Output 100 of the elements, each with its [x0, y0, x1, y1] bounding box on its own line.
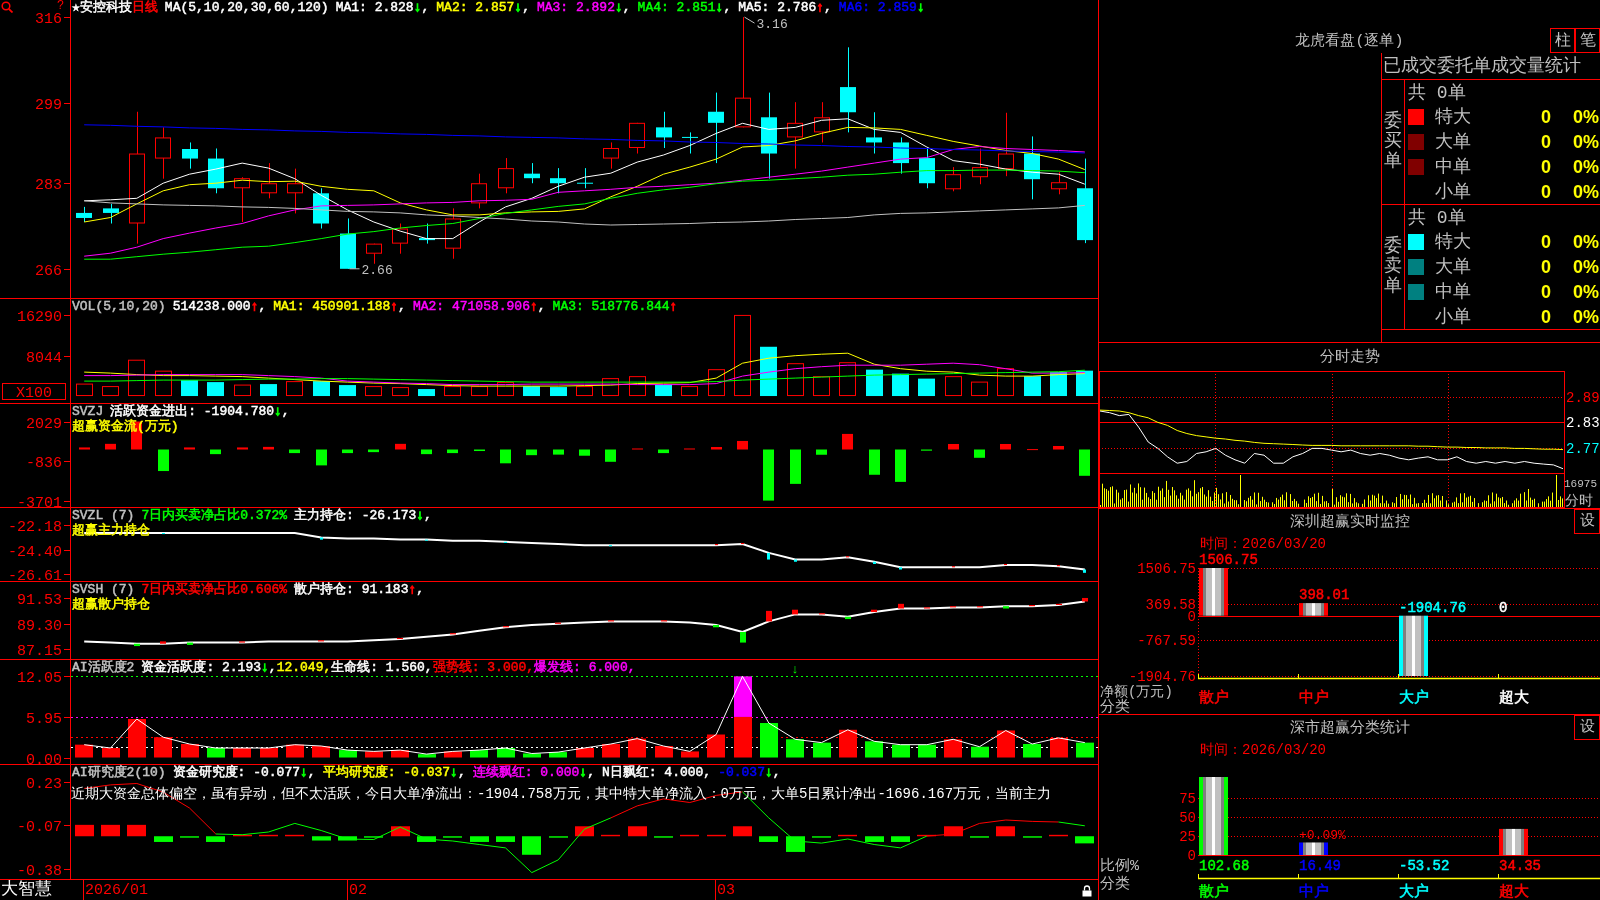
indicator-text: 超赢散户持仓 — [72, 598, 150, 612]
order-percent: 0% — [1573, 181, 1599, 202]
separator: , — [457, 766, 466, 780]
order-count: 0 — [1540, 156, 1552, 177]
indicator-text: 资金研究度: -0.077 — [172, 766, 301, 780]
order-count: 0 — [1540, 181, 1552, 202]
axis-label: -26.61 — [8, 567, 62, 581]
indicator-text: 连续飘红: 0.000 — [472, 766, 580, 780]
category-label: 中户 — [1299, 884, 1329, 899]
order-size-label: 大单 — [1435, 132, 1472, 153]
indicator-name: VOL(5,10,20) — [72, 300, 166, 314]
order-percent: 0% — [1573, 306, 1599, 327]
panel-title: 分时走势 — [1319, 348, 1380, 366]
separator: , — [587, 766, 595, 780]
order-count: 0 — [1540, 232, 1552, 253]
group-label: 委买单 — [1384, 112, 1402, 172]
indicator-text: 平均研究度: -0.037 — [322, 766, 451, 780]
order-size-label: 小单 — [1435, 181, 1472, 202]
panel-title: 深市超赢分类统计 — [1289, 719, 1410, 737]
mode-label: 分时 — [1565, 493, 1593, 508]
indicator-text: 活跃资金进出: -1904.780 — [110, 405, 275, 419]
trend-arrow: ↓ — [413, 1, 422, 15]
order-count: 0 — [1540, 257, 1552, 278]
indicator-text: MA1: 450901.188 — [273, 300, 391, 314]
indicator-text: 7日内买卖净占比0.606% — [141, 583, 288, 597]
trend-arrow: ↑ — [390, 300, 399, 314]
value-label: 1506.75 — [1199, 552, 1258, 568]
order-percent: 0% — [1573, 156, 1599, 177]
indicator-name: AI活跃度2 — [72, 661, 135, 675]
axis-label: 16975 — [1564, 478, 1597, 490]
trend-arrow: ↓ — [261, 661, 269, 675]
separator: , — [522, 1, 530, 15]
category-label: 大户 — [1399, 884, 1429, 899]
axis-label: -836 — [26, 454, 62, 472]
value-label: -1904.76 — [1399, 599, 1467, 616]
date-label: 03 — [717, 882, 735, 899]
axis-title: 净额(万元) — [1100, 684, 1173, 700]
trend-arrow: ↑ — [816, 1, 825, 15]
separator: , — [281, 405, 290, 419]
indicator-text: MA4: 2.851 — [637, 1, 716, 15]
separator: , — [424, 509, 432, 523]
indicator-text: MA3: 518776.844 — [552, 300, 670, 314]
trend-arrow: ↓ — [300, 766, 308, 780]
axis-label: -3701 — [17, 494, 62, 507]
indicator-text: 资金活跃度: 2.193 — [141, 661, 261, 675]
indicator-text: ★安控科技 — [72, 1, 132, 15]
order-size-label: 中单 — [1435, 281, 1472, 302]
order-percent: 0% — [1573, 132, 1599, 153]
value-label: 34.35 — [1499, 858, 1541, 874]
axis-label: 16290 — [17, 308, 62, 326]
indicator-text: 主力持仓: -26.173 — [294, 509, 417, 523]
axis-label: 12.05 — [17, 669, 62, 687]
separator: , — [307, 766, 316, 780]
order-size-label: 中单 — [1435, 156, 1472, 177]
axis-title: 分类 — [1100, 876, 1130, 893]
indicator-text: 强势线: 3.000, — [432, 661, 535, 675]
axis-label: 0 — [1187, 608, 1196, 625]
panel-title: 龙虎看盘(逐单) — [1295, 33, 1404, 50]
axis-label: 2.83 — [1566, 415, 1600, 431]
order-total: 共 0单 — [1408, 207, 1466, 228]
trend-arrow: ↓ — [514, 1, 523, 15]
value-label: 102.68 — [1199, 858, 1250, 874]
axis-title: 比例% — [1100, 858, 1139, 875]
separator: , — [268, 661, 277, 675]
axis-label: -767.59 — [1137, 633, 1196, 649]
order-percent: 0% — [1573, 281, 1599, 302]
date-label: 2026/01 — [85, 882, 148, 899]
category-label: 超大 — [1499, 690, 1529, 707]
trend-arrow: ↑ — [669, 300, 678, 314]
separator: , — [416, 583, 425, 597]
panel-title: 深圳超赢实时监控 — [1289, 513, 1410, 531]
separator: , — [723, 1, 732, 15]
indicator-text: MA(5,10,20,30,60,120) — [164, 1, 329, 15]
order-percent: 0% — [1573, 107, 1599, 128]
indicator-text: 生命线: 1.560, — [331, 661, 433, 675]
separator: , — [824, 1, 832, 15]
axis-label: -22.18 — [8, 518, 62, 536]
trend-arrow: ↓ — [614, 1, 623, 15]
order-percent: 0% — [1573, 257, 1599, 278]
order-size-label: 特大 — [1435, 107, 1472, 128]
order-count: 0 — [1540, 107, 1552, 128]
indicator-name: SVSH (7) — [72, 583, 135, 597]
indicator-text: MA6: 2.859 — [838, 1, 917, 15]
separator: , — [537, 300, 546, 314]
axis-label: 0 — [1187, 848, 1196, 864]
axis-title: 分类 — [1100, 699, 1130, 714]
trend-arrow: ↓ — [764, 766, 773, 780]
axis-label: 87.15 — [17, 642, 62, 659]
axis-label: 89.30 — [17, 617, 62, 635]
axis-label: 2.89 — [1566, 389, 1600, 406]
trend-arrow: ↓ — [715, 1, 724, 15]
axis-label: 0.00 — [26, 751, 62, 764]
time-label: 时间：2026/03/20 — [1200, 741, 1326, 758]
axis-label: 266 — [35, 262, 62, 280]
axis-label: 50 — [1179, 810, 1196, 826]
trend-arrow: ↑ — [408, 583, 417, 597]
indicator-text: 爆发线: 6.000, — [534, 661, 636, 675]
category-label: 散户 — [1199, 884, 1229, 899]
change-label: +0.09% — [1299, 828, 1346, 844]
axis-label: 25 — [1179, 829, 1196, 845]
